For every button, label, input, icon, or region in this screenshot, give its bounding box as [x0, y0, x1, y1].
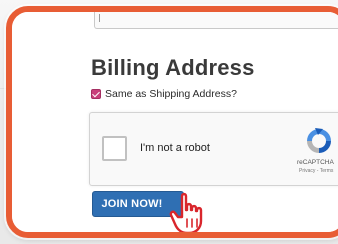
- recaptcha-brand-text: reCAPTCHA: [297, 159, 334, 166]
- hand-pointer-icon: [169, 192, 203, 232]
- magnified-callout: Billing Address Same as Shipping Address…: [6, 6, 338, 238]
- recaptcha-widget: I'm not a robot reCAPTCHA Privacy - Term…: [89, 112, 338, 186]
- text-cursor-caret: [99, 14, 100, 22]
- not-a-robot-checkbox[interactable]: [102, 136, 127, 161]
- same-as-shipping-label[interactable]: Same as Shipping Address?: [105, 88, 237, 100]
- recaptcha-privacy-terms-link[interactable]: Privacy - Terms: [299, 168, 333, 174]
- not-a-robot-label[interactable]: I'm not a robot: [140, 142, 210, 154]
- same-as-shipping-row[interactable]: Same as Shipping Address?: [91, 87, 237, 101]
- same-as-shipping-checkbox[interactable]: [91, 89, 101, 99]
- billing-address-heading: Billing Address: [91, 55, 255, 80]
- recaptcha-logo-icon: [307, 128, 331, 153]
- callout-content: Billing Address Same as Shipping Address…: [12, 12, 338, 232]
- previous-input-field[interactable]: [94, 12, 338, 29]
- screenshot-stage: Billing Address Same as Shipping Address…: [0, 0, 338, 244]
